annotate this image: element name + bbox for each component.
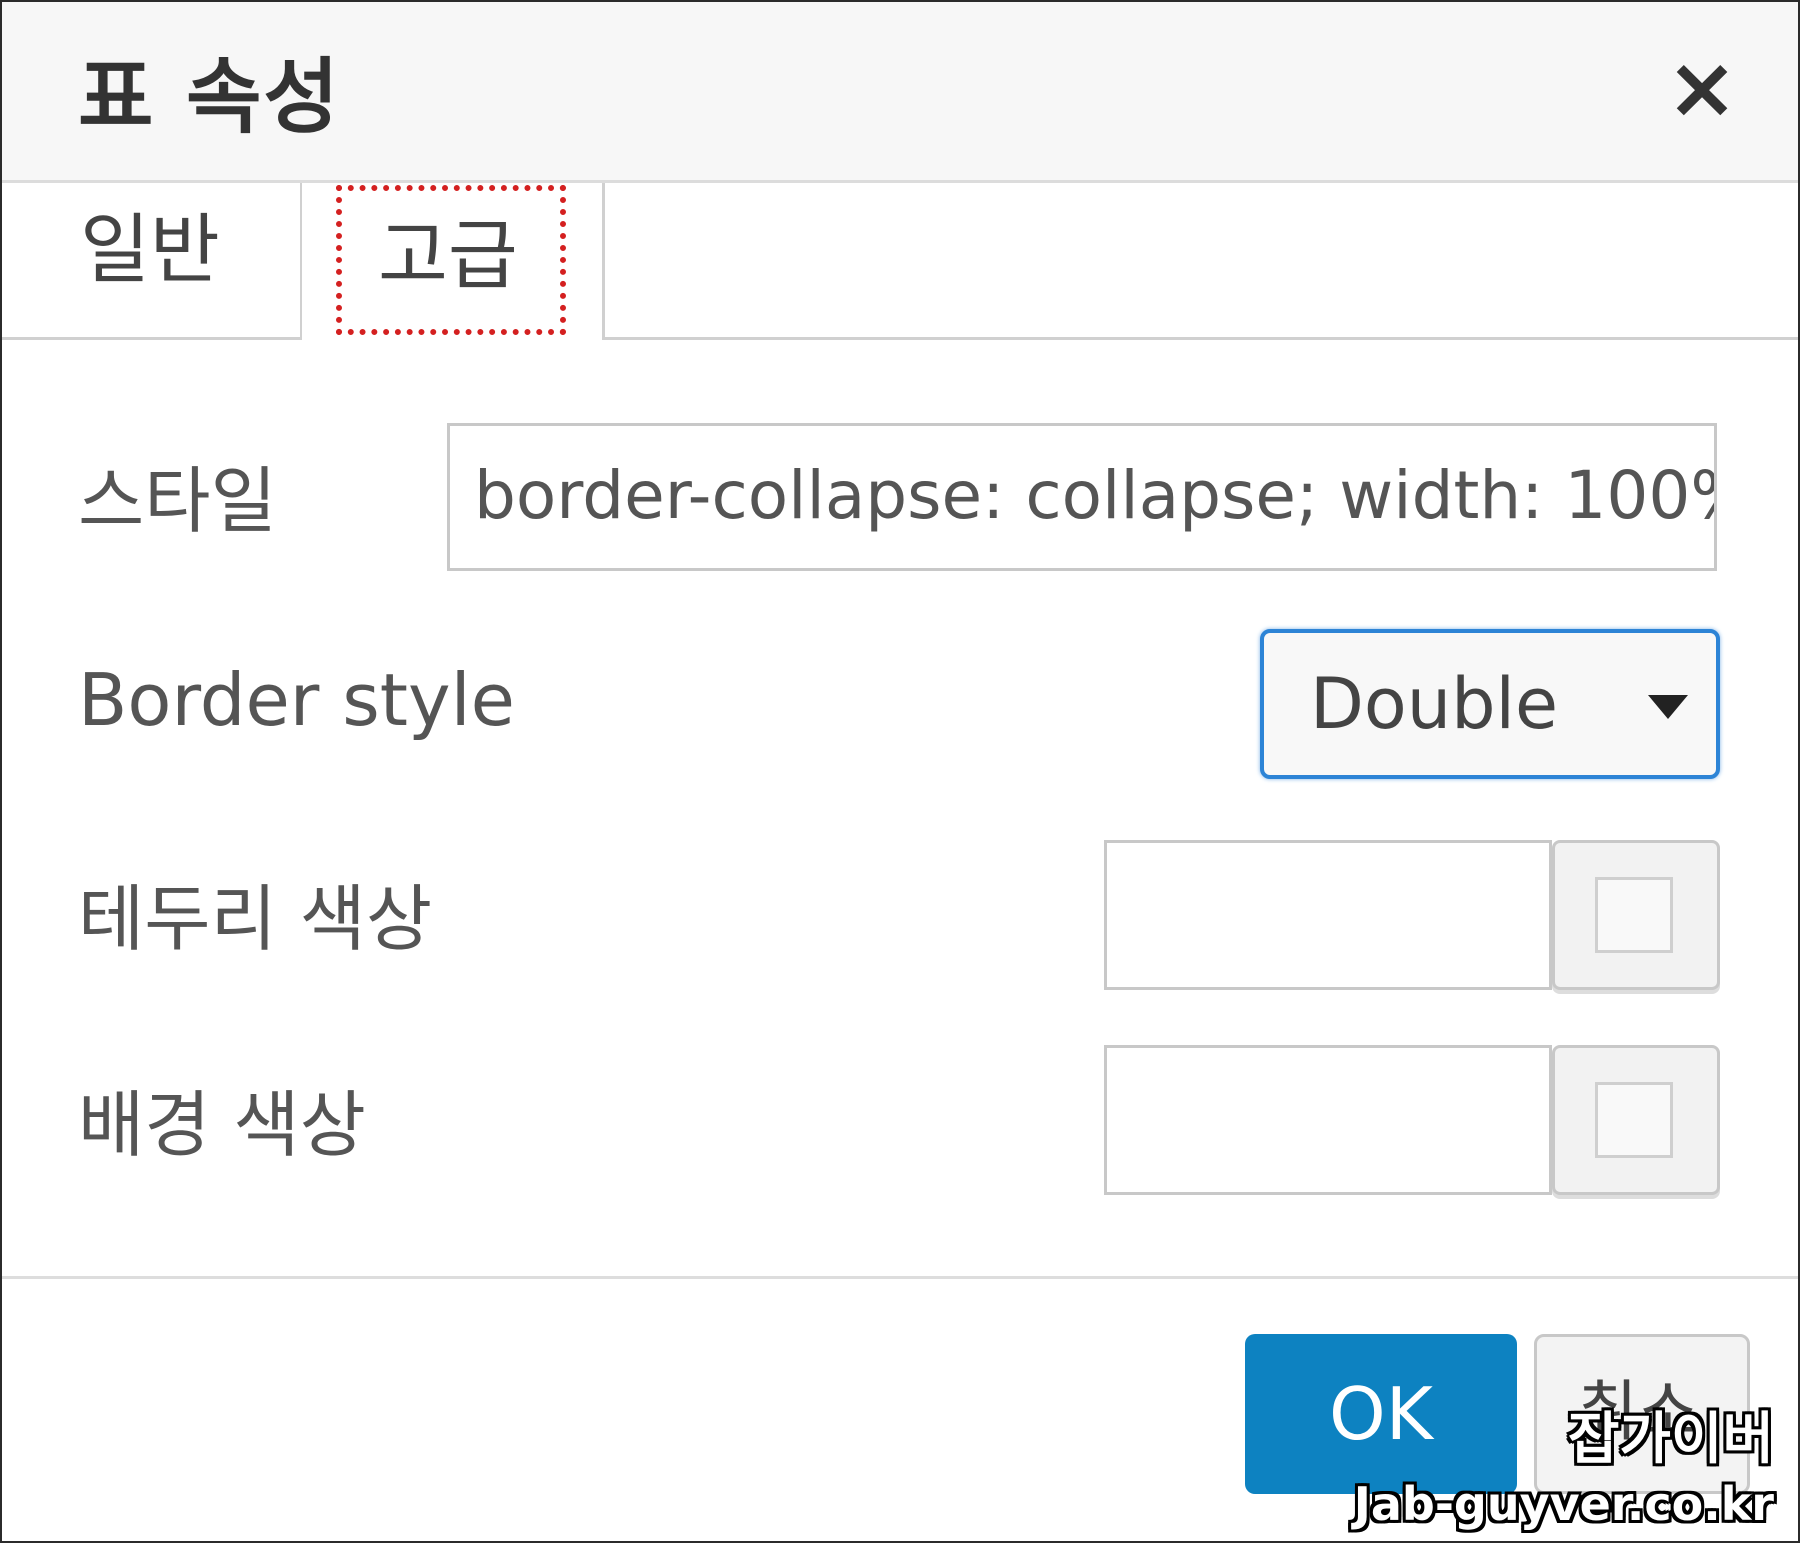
tab-advanced[interactable]: 고급 (302, 183, 605, 340)
dialog-header: 표 속성 × (2, 2, 1798, 183)
style-input[interactable]: border-collapse: collapse; width: 100% (447, 423, 1717, 571)
tab-advanced-label: 고급 (378, 211, 518, 300)
watermark-title: 잡가이버 (1567, 1407, 1774, 1472)
watermark-url: Jab-guyver.co.kr (1353, 1477, 1774, 1531)
footer-divider (2, 1276, 1798, 1279)
style-label: 스타일 (78, 459, 277, 543)
close-icon[interactable]: × (1666, 44, 1738, 132)
background-color-input[interactable] (1104, 1045, 1552, 1195)
chevron-down-icon (1648, 695, 1688, 719)
border-color-label: 테두리 색상 (78, 877, 433, 961)
border-color-picker-button[interactable] (1552, 840, 1720, 990)
background-color-picker-button[interactable] (1552, 1045, 1720, 1195)
tab-general[interactable]: 일반 (2, 183, 303, 337)
border-style-select[interactable]: Double (1260, 629, 1720, 779)
table-properties-dialog: 표 속성 × 일반 고급 스타일 border-collapse: collap… (0, 0, 1800, 1543)
tab-divider (2, 337, 1798, 340)
border-color-input[interactable] (1104, 840, 1552, 990)
watermark: 잡가이버 Jab-guyver.co.kr (1354, 1405, 1774, 1533)
dialog-title: 표 속성 (78, 50, 341, 145)
tab-general-label: 일반 (80, 205, 220, 294)
tab-bar: 일반 고급 (2, 183, 1798, 341)
border-style-label: Border style (78, 658, 515, 742)
border-style-value: Double (1310, 663, 1559, 745)
color-swatch-icon (1595, 877, 1673, 953)
background-color-label: 배경 색상 (78, 1083, 366, 1167)
color-swatch-icon (1595, 1082, 1673, 1158)
